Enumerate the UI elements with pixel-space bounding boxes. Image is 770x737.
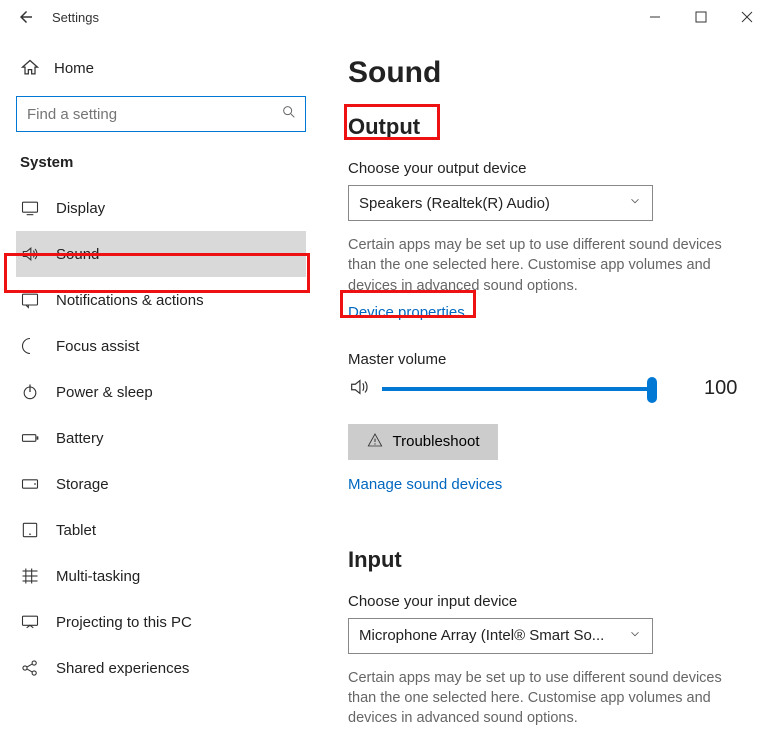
input-heading: Input: [348, 547, 744, 573]
sidebar-item-label: Power & sleep: [56, 384, 153, 401]
sidebar-item-projecting[interactable]: Projecting to this PC: [16, 599, 306, 645]
volume-value: 100: [704, 377, 737, 400]
power-icon: [20, 382, 40, 402]
sidebar-item-label: Battery: [56, 430, 104, 447]
speaker-icon[interactable]: [348, 376, 370, 402]
sidebar: Home System Display Sound Notifications …: [0, 34, 322, 737]
sidebar-item-display[interactable]: Display: [16, 185, 306, 231]
titlebar: Settings: [0, 0, 770, 34]
sidebar-item-label: Focus assist: [56, 338, 139, 355]
sidebar-item-focus-assist[interactable]: Focus assist: [16, 323, 306, 369]
page-title: Sound: [348, 56, 744, 90]
output-device-label: Choose your output device: [348, 160, 744, 177]
tablet-icon: [20, 520, 40, 540]
back-button[interactable]: [6, 0, 46, 34]
battery-icon: [20, 428, 40, 448]
storage-icon: [20, 474, 40, 494]
volume-slider-row: 100: [348, 376, 744, 402]
search-box[interactable]: [16, 96, 306, 132]
sidebar-item-shared[interactable]: Shared experiences: [16, 645, 306, 691]
notifications-icon: [20, 290, 40, 310]
display-icon: [20, 198, 40, 218]
troubleshoot-button[interactable]: Troubleshoot: [348, 424, 498, 460]
sidebar-item-multitasking[interactable]: Multi-tasking: [16, 553, 306, 599]
chevron-down-icon: [628, 194, 642, 212]
project-icon: [20, 612, 40, 632]
focus-icon: [20, 336, 40, 356]
sidebar-item-battery[interactable]: Battery: [16, 415, 306, 461]
troubleshoot-label: Troubleshoot: [393, 433, 480, 450]
share-icon: [20, 658, 40, 678]
sidebar-item-label: Tablet: [56, 522, 96, 539]
search-icon: [281, 104, 297, 124]
sidebar-item-label: Multi-tasking: [56, 568, 140, 585]
sidebar-item-label: Shared experiences: [56, 660, 189, 677]
slider-thumb[interactable]: [647, 377, 657, 403]
home-link[interactable]: Home: [16, 44, 306, 96]
sidebar-item-label: Sound: [56, 246, 99, 263]
close-button[interactable]: [724, 0, 770, 34]
volume-slider[interactable]: [382, 387, 652, 391]
window-title: Settings: [52, 10, 99, 25]
sidebar-item-tablet[interactable]: Tablet: [16, 507, 306, 553]
content-pane: Sound Output Choose your output device S…: [322, 34, 770, 737]
input-note: Certain apps may be set up to use differ…: [348, 668, 744, 729]
minimize-button[interactable]: [632, 0, 678, 34]
sidebar-item-notifications[interactable]: Notifications & actions: [16, 277, 306, 323]
warning-icon: [367, 432, 383, 452]
sidebar-item-sound[interactable]: Sound: [16, 231, 306, 277]
input-device-label: Choose your input device: [348, 593, 744, 610]
output-note: Certain apps may be set up to use differ…: [348, 235, 744, 296]
sidebar-item-label: Projecting to this PC: [56, 614, 192, 631]
manage-sound-devices-link[interactable]: Manage sound devices: [348, 476, 502, 493]
input-device-value: Microphone Array (Intel® Smart So...: [359, 627, 604, 644]
input-device-dropdown[interactable]: Microphone Array (Intel® Smart So...: [348, 618, 653, 654]
home-label: Home: [54, 60, 94, 77]
sound-icon: [20, 244, 40, 264]
sidebar-item-label: Display: [56, 200, 105, 217]
master-volume-label: Master volume: [348, 351, 744, 368]
output-heading: Output: [348, 114, 744, 140]
sidebar-item-label: Storage: [56, 476, 109, 493]
maximize-button[interactable]: [678, 0, 724, 34]
home-icon: [20, 58, 40, 78]
sidebar-item-storage[interactable]: Storage: [16, 461, 306, 507]
output-device-value: Speakers (Realtek(R) Audio): [359, 195, 550, 212]
multitask-icon: [20, 566, 40, 586]
search-input[interactable]: [25, 105, 281, 124]
category-header: System: [20, 154, 306, 171]
output-device-dropdown[interactable]: Speakers (Realtek(R) Audio): [348, 185, 653, 221]
output-device-properties-link[interactable]: Device properties: [348, 304, 465, 321]
sidebar-item-power[interactable]: Power & sleep: [16, 369, 306, 415]
chevron-down-icon: [628, 627, 642, 645]
sidebar-item-label: Notifications & actions: [56, 292, 204, 309]
